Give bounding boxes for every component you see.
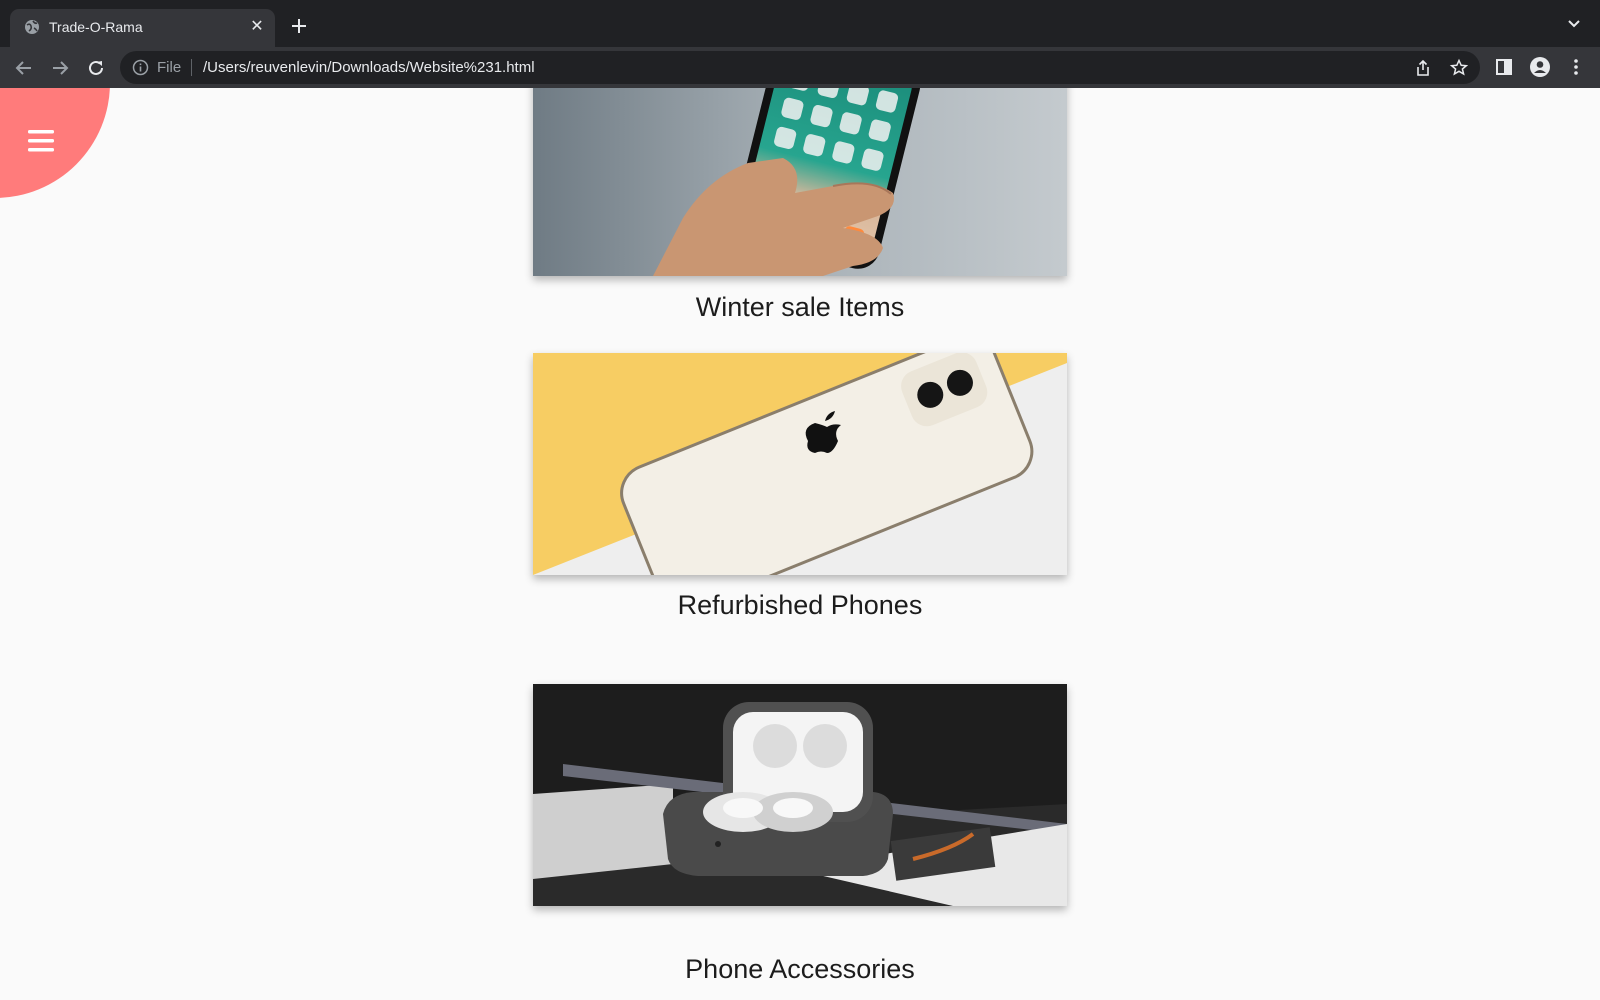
section-title-phone-accessories[interactable]: Phone Accessories <box>533 954 1067 985</box>
earbuds-charging-case-icon <box>533 684 1067 906</box>
browser-toolbar: File /Users/reuvenlevin/Downloads/Websit… <box>0 47 1600 88</box>
profile-avatar-icon[interactable] <box>1529 56 1551 78</box>
side-panel-icon[interactable] <box>1493 56 1515 78</box>
info-icon[interactable] <box>132 59 149 76</box>
bookmark-star-icon[interactable] <box>1449 58 1469 78</box>
address-bar[interactable]: File /Users/reuvenlevin/Downloads/Websit… <box>120 51 1480 84</box>
chevron-down-icon[interactable] <box>1566 18 1582 30</box>
reload-icon[interactable] <box>83 55 109 81</box>
back-arrow-icon[interactable] <box>11 55 37 81</box>
section-title-winter-sale[interactable]: Winter sale Items <box>533 292 1067 323</box>
section-title-refurbished-phones[interactable]: Refurbished Phones <box>533 590 1067 621</box>
new-tab-icon[interactable] <box>287 14 311 38</box>
forward-arrow-icon[interactable] <box>47 55 73 81</box>
tab-title: Trade-O-Rama <box>49 19 143 35</box>
globe-icon <box>25 20 39 34</box>
url-scheme-label: File <box>157 59 182 76</box>
phone-accessories-image[interactable] <box>533 684 1067 906</box>
winter-sale-image[interactable] <box>533 88 1067 276</box>
close-tab-icon[interactable]: ✕ <box>247 17 267 37</box>
more-menu-icon[interactable] <box>1565 56 1587 78</box>
page-content: Winter sale Items Refurbished Phones Pho… <box>0 88 1600 1000</box>
browser-tab-strip: Trade-O-Rama ✕ <box>0 0 1600 47</box>
url-separator <box>191 59 192 76</box>
share-icon[interactable] <box>1413 58 1433 78</box>
phone-back-apple-logo-icon <box>533 353 1067 575</box>
hamburger-menu-icon[interactable] <box>28 130 54 152</box>
menu-button-background[interactable] <box>0 88 110 198</box>
url-text[interactable]: /Users/reuvenlevin/Downloads/Website%231… <box>203 59 535 76</box>
browser-tab[interactable]: Trade-O-Rama ✕ <box>10 9 275 47</box>
smartphone-in-hand-icon <box>533 88 1067 276</box>
refurbished-phones-image[interactable] <box>533 353 1067 575</box>
